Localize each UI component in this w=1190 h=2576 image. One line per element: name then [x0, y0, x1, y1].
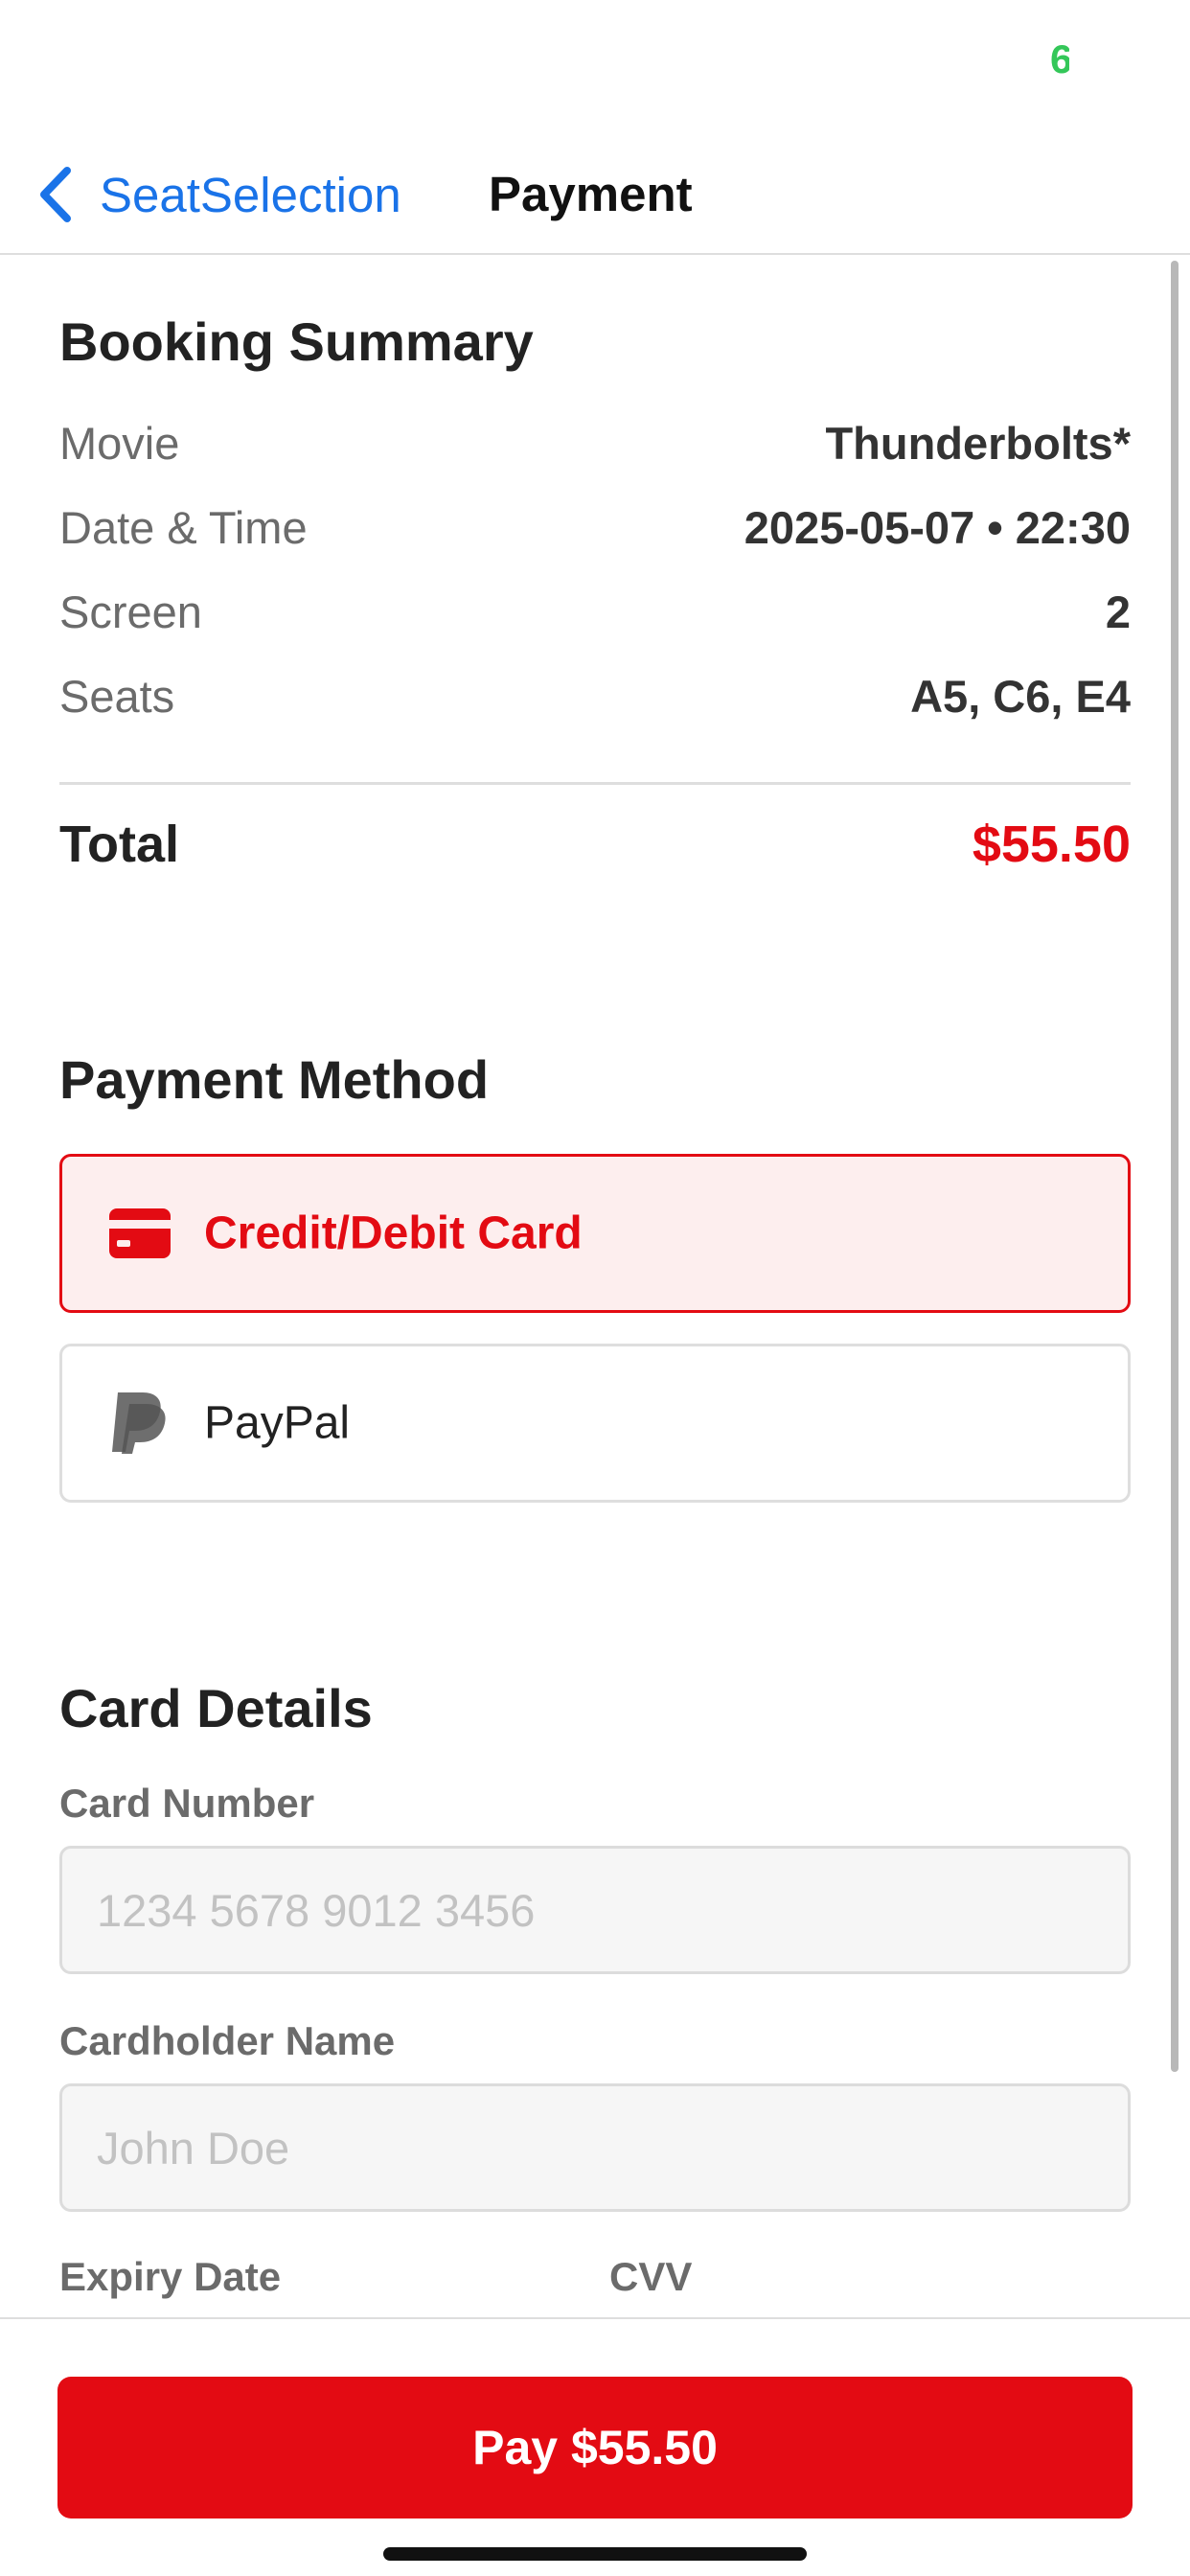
- summary-row-seats: Seats A5, C6, E4: [59, 667, 1131, 724]
- page-title: Payment: [489, 167, 693, 221]
- back-button-label: SeatSelection: [100, 167, 401, 222]
- pay-button[interactable]: Pay $55.50: [57, 2377, 1133, 2518]
- scrollbar[interactable]: [1171, 261, 1179, 2072]
- summary-divider: [59, 782, 1131, 785]
- card-number-label: Card Number: [59, 1781, 315, 1826]
- summary-label: Movie: [59, 417, 180, 469]
- credit-card-icon: [108, 1202, 172, 1265]
- chevron-left-icon: [40, 167, 71, 222]
- home-indicator[interactable]: [383, 2547, 807, 2561]
- summary-label: Date & Time: [59, 501, 308, 553]
- cardholder-name-input[interactable]: [59, 2083, 1131, 2212]
- card-details-title: Card Details: [59, 1678, 373, 1738]
- payment-option-label: Credit/Debit Card: [204, 1208, 583, 1259]
- footer: Pay $55.50: [0, 2317, 1190, 2576]
- summary-label: Seats: [59, 670, 175, 722]
- summary-label: Screen: [59, 586, 202, 637]
- navigation-bar: SeatSelection Payment: [0, 134, 1190, 255]
- paypal-icon: [108, 1392, 172, 1455]
- total-label: Total: [59, 816, 179, 873]
- booking-summary-title: Booking Summary: [59, 311, 534, 372]
- summary-row-movie: Movie Thunderbolts*: [59, 414, 1131, 472]
- summary-row-screen: Screen 2: [59, 583, 1131, 640]
- cvv-label: CVV: [609, 2254, 693, 2299]
- summary-value: A5, C6, E4: [910, 670, 1131, 722]
- summary-value: Thunderbolts*: [825, 417, 1131, 469]
- total-amount: $55.50: [972, 816, 1131, 873]
- card-number-input[interactable]: [59, 1846, 1131, 1974]
- summary-value: 2: [1105, 586, 1131, 637]
- summary-value: 2025-05-07 • 22:30: [744, 501, 1131, 553]
- payment-option-card[interactable]: Credit/Debit Card: [59, 1154, 1131, 1313]
- back-button[interactable]: SeatSelection: [34, 161, 401, 228]
- status-bar: 6: [0, 0, 1190, 134]
- payment-scroll-view[interactable]: Booking Summary Movie Thunderbolts* Date…: [0, 257, 1190, 2317]
- expiry-date-label: Expiry Date: [59, 2254, 282, 2299]
- cardholder-name-label: Cardholder Name: [59, 2018, 396, 2063]
- payment-option-label: PayPal: [204, 1397, 351, 1449]
- battery-indicator: 6: [1050, 38, 1069, 80]
- payment-method-title: Payment Method: [59, 1049, 490, 1110]
- payment-option-paypal[interactable]: PayPal: [59, 1344, 1131, 1503]
- summary-row-date-time: Date & Time 2025-05-07 • 22:30: [59, 498, 1131, 556]
- total-row: Total $55.50: [59, 811, 1131, 878]
